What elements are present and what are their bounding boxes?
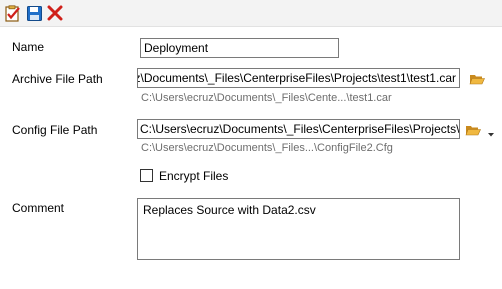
archive-file-path-value: C:\Users\ecruz\Documents\_Files\Centerpr… <box>137 71 456 85</box>
archive-file-path-hint: C:\Users\ecruz\Documents\_Files\Cente...… <box>141 92 392 104</box>
open-folder-icon[interactable] <box>465 123 481 137</box>
config-file-path-value: C:\Users\ecruz\Documents\_Files\Centerpr… <box>140 122 460 136</box>
red-x-icon[interactable] <box>46 4 64 22</box>
config-file-path-label: Config File Path <box>12 123 98 137</box>
name-label: Name <box>12 40 45 54</box>
encrypt-files-checkbox[interactable] <box>140 169 153 182</box>
name-field-value: Deployment <box>144 41 209 55</box>
config-file-path-hint: C:\Users\ecruz\Documents\_Files...\Confi… <box>141 142 393 154</box>
open-folder-icon[interactable] <box>469 72 485 86</box>
name-field[interactable]: Deployment <box>140 38 339 58</box>
toolbar <box>0 0 502 27</box>
floppy-disk-icon[interactable] <box>25 4 43 22</box>
comment-label: Comment <box>12 201 65 215</box>
config-file-path-field[interactable]: C:\Users\ecruz\Documents\_Files\Centerpr… <box>137 119 460 139</box>
comment-textarea[interactable]: Replaces Source with Data2.csv <box>137 198 460 260</box>
save-validate-icon[interactable] <box>4 4 22 22</box>
archive-file-path-label: Archive File Path <box>12 72 103 86</box>
encrypt-files-label: Encrypt Files <box>159 169 229 183</box>
dropdown-arrow-icon[interactable] <box>487 127 495 137</box>
archive-file-path-field[interactable]: C:\Users\ecruz\Documents\_Files\Centerpr… <box>137 68 460 88</box>
